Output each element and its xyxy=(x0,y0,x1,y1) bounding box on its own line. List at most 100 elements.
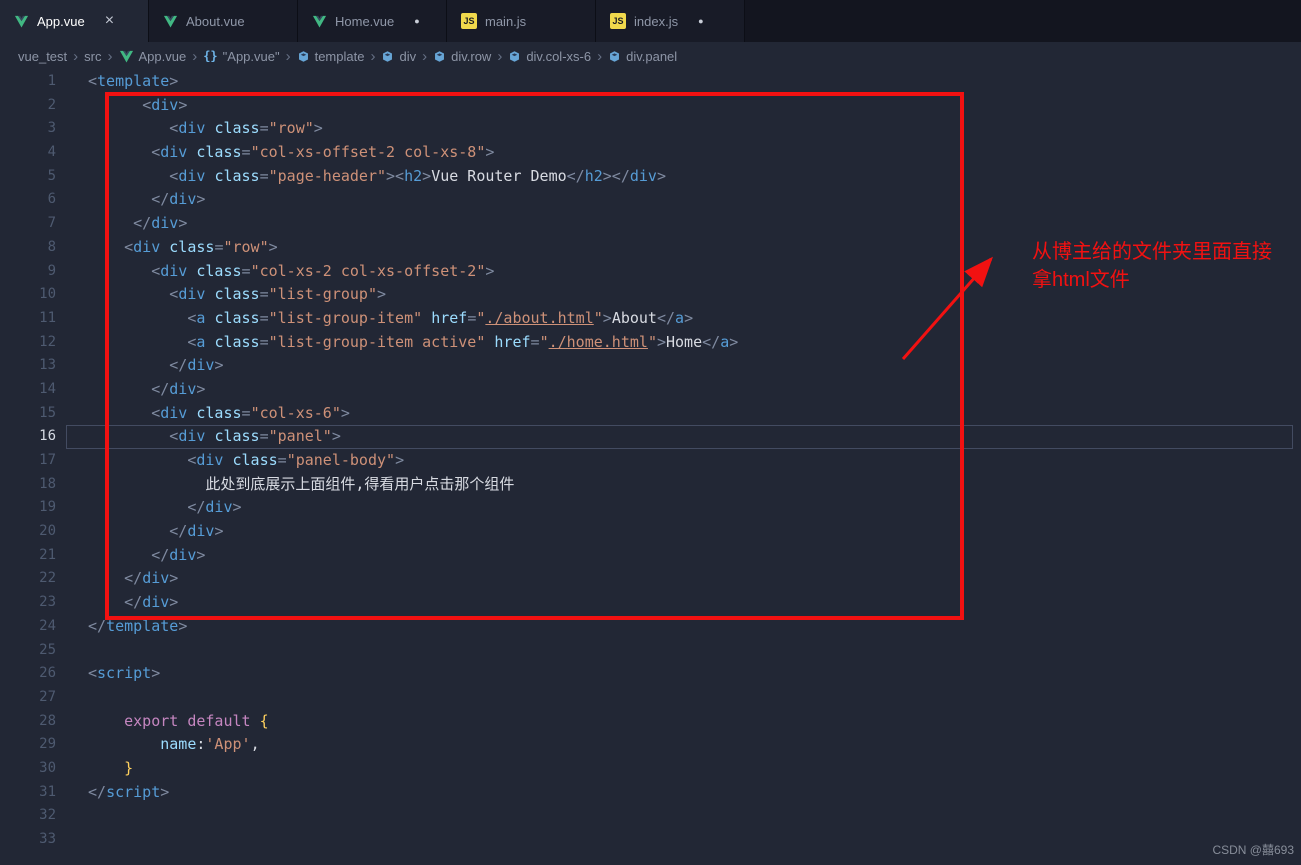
line-number[interactable]: 20 xyxy=(0,520,56,544)
breadcrumb-label: App.vue xyxy=(138,48,187,64)
line-number[interactable]: 16 xyxy=(0,425,56,449)
line-number[interactable]: 14 xyxy=(0,378,56,402)
code-line-3[interactable]: 3 <div class="row"> xyxy=(0,117,1301,141)
line-number[interactable]: 22 xyxy=(0,567,56,591)
line-content: <script> xyxy=(88,664,161,683)
code-line-14[interactable]: 14 </div> xyxy=(0,378,1301,402)
line-content: <div class="panel-body"> xyxy=(187,451,405,469)
line-number[interactable]: 6 xyxy=(0,188,56,212)
vue-icon xyxy=(312,14,327,29)
breadcrumb-item-div-row[interactable]: div.row xyxy=(433,49,491,64)
line-content: </script> xyxy=(88,782,170,801)
line-number[interactable]: 25 xyxy=(0,639,56,663)
line-number[interactable]: 7 xyxy=(0,212,56,236)
line-content: <div class="list-group"> xyxy=(169,285,387,304)
modified-dot-icon: ● xyxy=(698,15,704,26)
line-content: <a class="list-group-item active" href="… xyxy=(187,332,739,351)
code-line-1[interactable]: 1 <template> xyxy=(0,70,1301,94)
breadcrumb-item-template[interactable]: template xyxy=(297,49,364,64)
line-number[interactable]: 5 xyxy=(0,165,56,189)
breadcrumb-separator-icon: › xyxy=(422,47,428,65)
line-number[interactable]: 32 xyxy=(0,804,56,828)
code-line-4[interactable]: 4 <div class="col-xs-offset-2 col-xs-8"> xyxy=(0,141,1301,165)
code-line-22[interactable]: 22 </div> xyxy=(0,567,1301,591)
code-line-26[interactable]: 26 <script> xyxy=(0,662,1301,686)
breadcrumb-item-div[interactable]: div xyxy=(381,49,416,64)
code-line-24[interactable]: 24 </template> xyxy=(0,615,1301,639)
code-line-15[interactable]: 15 <div class="col-xs-6"> xyxy=(0,402,1301,426)
code-line-25[interactable]: 25 xyxy=(0,639,1301,663)
line-number[interactable]: 33 xyxy=(0,828,56,852)
breadcrumb-item-src[interactable]: src xyxy=(84,49,101,64)
code-line-28[interactable]: 28 export default { xyxy=(0,710,1301,734)
code-line-5[interactable]: 5 <div class="page-header"><h2>Vue Route… xyxy=(0,165,1301,189)
field-icon xyxy=(608,50,621,63)
breadcrumb-item-div-panel[interactable]: div.panel xyxy=(608,49,677,64)
code-line-32[interactable]: 32 xyxy=(0,804,1301,828)
line-number[interactable]: 3 xyxy=(0,117,56,141)
line-number[interactable]: 12 xyxy=(0,331,56,355)
code-line-16[interactable]: 16 <div class="panel"> xyxy=(0,425,1301,449)
breadcrumb-separator-icon: › xyxy=(285,47,291,65)
tab-label: index.js xyxy=(634,13,679,29)
code-line-2[interactable]: 2 <div> xyxy=(0,94,1301,118)
line-number[interactable]: 23 xyxy=(0,591,56,615)
breadcrumb-label: div xyxy=(399,48,417,64)
line-number[interactable]: 2 xyxy=(0,94,56,118)
line-number[interactable]: 31 xyxy=(0,781,56,805)
line-number[interactable]: 1 xyxy=(0,70,56,94)
code-line-7[interactable]: 7 </div> xyxy=(0,212,1301,236)
annotation-note-line1: 从博主给的文件夹里面直接 xyxy=(1032,241,1272,263)
line-number[interactable]: 21 xyxy=(0,544,56,568)
code-line-12[interactable]: 12 <a class="list-group-item active" hre… xyxy=(0,331,1301,355)
line-number[interactable]: 29 xyxy=(0,733,56,757)
tab-index-js[interactable]: JS index.js ● xyxy=(596,0,745,42)
line-number[interactable]: 10 xyxy=(0,283,56,307)
code-line-27[interactable]: 27 xyxy=(0,686,1301,710)
line-number[interactable]: 4 xyxy=(0,141,56,165)
tab-home-vue[interactable]: Home.vue ● xyxy=(298,0,447,42)
line-number[interactable]: 24 xyxy=(0,615,56,639)
code-line-11[interactable]: 11 <a class="list-group-item" href="./ab… xyxy=(0,307,1301,331)
line-number[interactable]: 18 xyxy=(0,473,56,497)
line-content: </div> xyxy=(169,356,224,375)
line-number[interactable]: 15 xyxy=(0,402,56,426)
breadcrumb-item-app-vue[interactable]: App.vue xyxy=(119,48,187,64)
line-number[interactable]: 8 xyxy=(0,236,56,260)
code-line-23[interactable]: 23 </div> xyxy=(0,591,1301,615)
breadcrumb-label: div.panel xyxy=(626,48,678,64)
vue-icon xyxy=(119,49,134,64)
code-line-30[interactable]: 30 } xyxy=(0,757,1301,781)
tab-main-js[interactable]: JS main.js xyxy=(447,0,596,42)
breadcrumb-item-div-col-xs-6[interactable]: div.col-xs-6 xyxy=(508,49,591,64)
field-icon xyxy=(381,50,394,63)
line-number[interactable]: 19 xyxy=(0,496,56,520)
breadcrumb-separator-icon: › xyxy=(192,47,198,65)
code-line-31[interactable]: 31 </script> xyxy=(0,781,1301,805)
code-line-19[interactable]: 19 </div> xyxy=(0,496,1301,520)
line-number[interactable]: 11 xyxy=(0,307,56,331)
line-number[interactable]: 13 xyxy=(0,354,56,378)
line-number[interactable]: 28 xyxy=(0,710,56,734)
tab-label: main.js xyxy=(485,13,527,29)
code-lines: 1 <template> 2 <div> 3 <div class="row"> 4 <… xyxy=(0,70,1301,852)
annotation-note: 从博主给的文件夹里面直接 拿html文件 xyxy=(1032,238,1272,294)
close-icon[interactable]: × xyxy=(105,13,114,29)
tab-about-vue[interactable]: About.vue xyxy=(149,0,298,42)
code-line-18[interactable]: 18 此处到底展示上面组件,得看用户点击那个组件 xyxy=(0,473,1301,497)
code-line-29[interactable]: 29 name:'App', xyxy=(0,733,1301,757)
breadcrumb-item--app-vue-[interactable]: {} "App.vue" xyxy=(203,49,279,64)
code-line-17[interactable]: 17 <div class="panel-body"> xyxy=(0,449,1301,473)
line-number[interactable]: 17 xyxy=(0,449,56,473)
code-line-21[interactable]: 21 </div> xyxy=(0,544,1301,568)
line-number[interactable]: 30 xyxy=(0,757,56,781)
line-number[interactable]: 27 xyxy=(0,686,56,710)
breadcrumb-item-vue-test[interactable]: vue_test xyxy=(18,49,67,64)
code-line-6[interactable]: 6 </div> xyxy=(0,188,1301,212)
code-line-13[interactable]: 13 </div> xyxy=(0,354,1301,378)
code-line-33[interactable]: 33 xyxy=(0,828,1301,852)
line-number[interactable]: 9 xyxy=(0,260,56,284)
tab-app-vue[interactable]: App.vue × xyxy=(0,0,149,42)
code-line-20[interactable]: 20 </div> xyxy=(0,520,1301,544)
line-number[interactable]: 26 xyxy=(0,662,56,686)
